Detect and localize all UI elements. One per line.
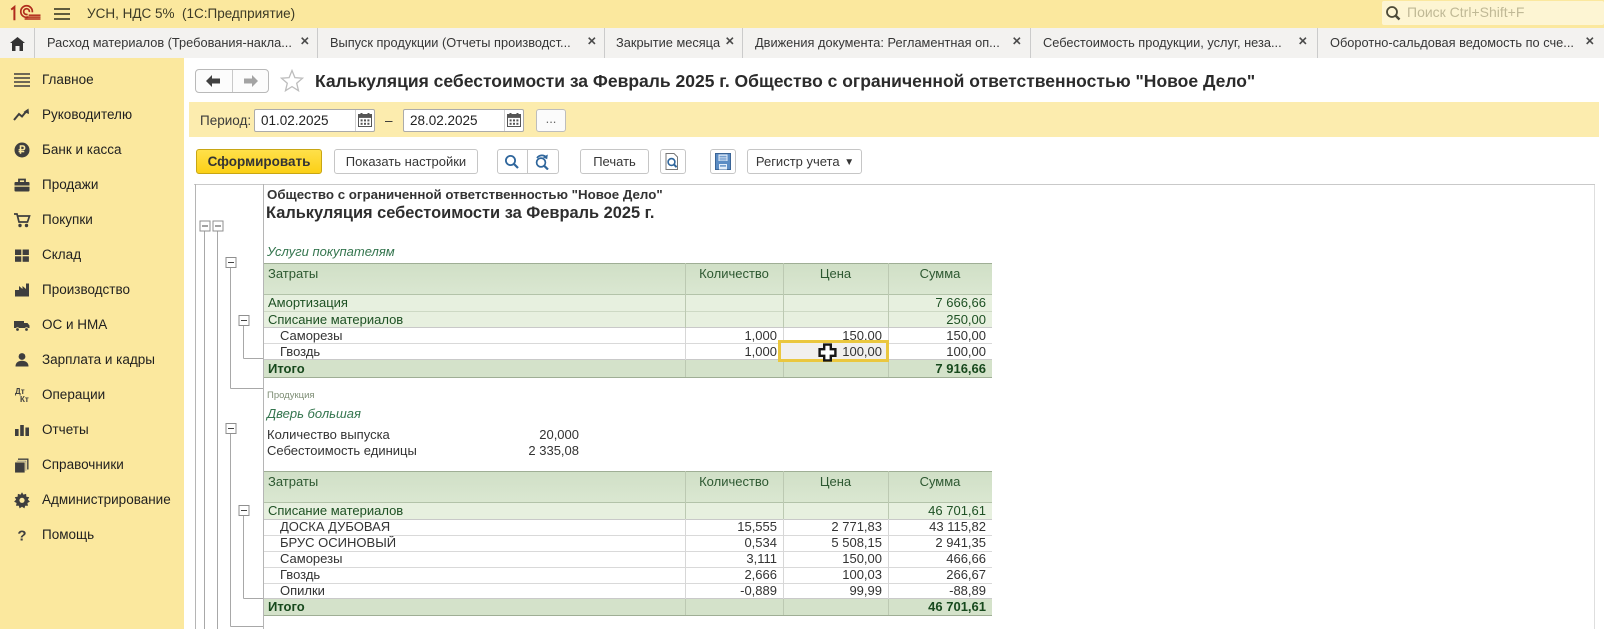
svg-text:Кт: Кт: [20, 395, 29, 404]
svg-text:?: ?: [17, 528, 26, 545]
svg-text:₽: ₽: [19, 145, 26, 157]
